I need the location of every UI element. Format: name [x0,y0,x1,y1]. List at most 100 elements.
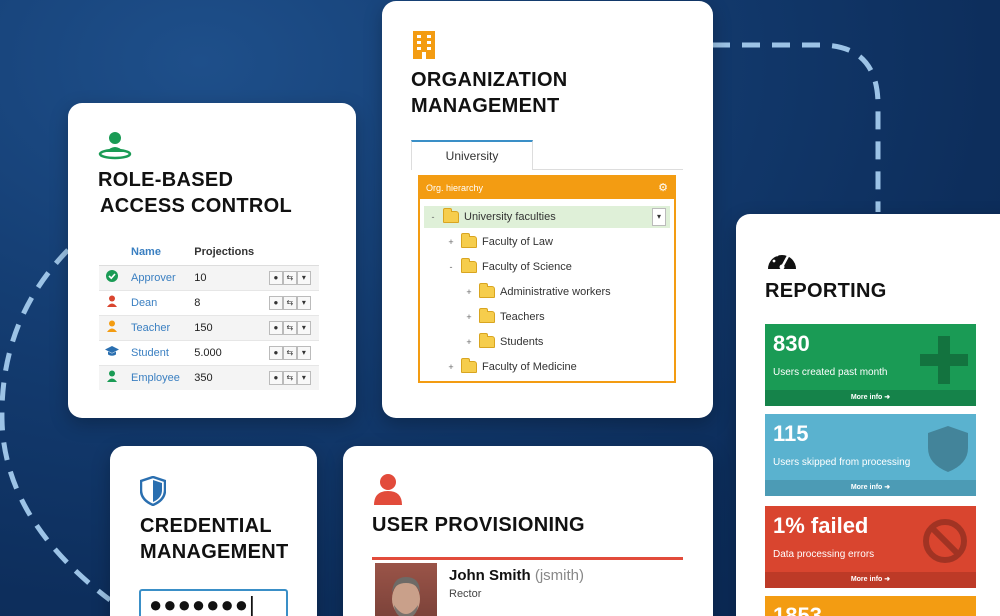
rbac-title-line2: ACCESS CONTROL [100,195,292,217]
role-name[interactable]: Dean [125,289,189,315]
user-name-line: John Smith (jsmith) [449,567,584,584]
text-cursor: | [249,592,256,616]
role-projections: 350 [188,364,263,390]
role-name[interactable]: Student [125,339,189,365]
tree-node[interactable]: - University faculties ▾ [424,206,670,228]
user-icon[interactable]: ● [268,295,283,310]
user-avatar [375,563,437,616]
tree-node-label: Faculty of Law [482,236,553,248]
role-name[interactable]: Employee [125,364,189,390]
table-row[interactable]: Student 5.000 ● ⇆ ▾ [99,339,319,365]
role-name[interactable]: Approver [125,264,189,290]
chevron-down-icon[interactable]: ▾ [296,320,311,335]
org-title-line1: ORGANIZATION [411,69,568,91]
arrow-circle-right-icon: ➜ [884,484,891,491]
swap-icon[interactable]: ⇆ [282,370,297,385]
table-row[interactable]: Approver 10 ● ⇆ ▾ [99,264,319,290]
stat-label: Data processing errors [773,549,875,560]
user-icon [374,474,402,505]
ban-icon [923,519,967,563]
tab-university[interactable]: University [411,140,533,170]
tree-node[interactable]: + Faculty of Medicine [446,356,577,378]
stat-tile-users-created[interactable]: 830 Users created past month More info ➜ [765,324,976,406]
collapse-toggle[interactable]: - [428,206,438,228]
reporting-card: REPORTING 830 Users created past month M… [736,214,1000,616]
row-actions: ● ⇆ ▾ [268,370,313,385]
credential-title-line1: CREDENTIAL [140,515,272,537]
projections-column-header[interactable]: Projections [188,240,263,266]
expand-toggle[interactable]: + [464,281,474,303]
credential-card: CREDENTIAL MANAGEMENT ●●●●●●●| [110,446,317,616]
role-projections: 8 [188,289,263,315]
password-field[interactable]: ●●●●●●●| [139,589,288,616]
tree-node-label: Students [500,336,544,348]
reporting-title: REPORTING [765,280,887,302]
more-info-label: More info [850,394,883,401]
portrait-image [392,577,420,616]
graduation-cap-icon [105,346,119,356]
chevron-down-icon[interactable]: ▾ [296,295,311,310]
folder-icon [479,308,495,323]
more-info-link[interactable]: More info ➜ [765,572,976,588]
dashboard-gauge-icon [768,251,796,270]
org-hierarchy-panel: Org. hierarchy ⚙ - University faculties … [418,175,676,383]
chevron-down-icon[interactable]: ▾ [652,208,666,226]
user-icon[interactable]: ● [268,320,283,335]
roles-table-header: Name Projections [99,240,319,266]
swap-icon[interactable]: ⇆ [282,270,297,285]
collapse-toggle[interactable]: - [446,256,456,278]
org-title: ORGANIZATION MANAGEMENT [411,67,568,119]
expand-toggle[interactable]: + [464,306,474,328]
role-name[interactable]: Teacher [125,314,189,340]
tree-node-label: University faculties [464,211,556,223]
user-login: (jsmith) [534,567,585,584]
folder-icon [443,208,459,223]
swap-icon[interactable]: ⇆ [282,295,297,310]
tree-node-label: Faculty of Science [482,261,572,273]
user-role: Rector [449,588,482,600]
org-card: ORGANIZATION MANAGEMENT University Org. … [382,1,713,418]
provisioning-title: USER PROVISIONING [372,514,585,536]
expand-toggle[interactable]: + [446,356,456,378]
table-row[interactable]: Employee 350 ● ⇆ ▾ [99,364,319,390]
tree-node[interactable]: - Faculty of Science [446,256,572,278]
stat-label: Users created past month [773,367,888,378]
chevron-down-icon[interactable]: ▾ [296,345,311,360]
roles-table: Name Projections Approver 10 ● ⇆ ▾ Dean 8 … [99,240,319,390]
swap-icon[interactable]: ⇆ [282,345,297,360]
user-icon[interactable]: ● [268,370,283,385]
user-name: John Smith [449,567,531,584]
stat-tile-partial[interactable]: 1853 [765,596,976,616]
expand-toggle[interactable]: + [464,331,474,353]
swap-icon[interactable]: ⇆ [282,320,297,335]
row-actions: ● ⇆ ▾ [268,345,313,360]
stat-tile-users-skipped[interactable]: 115 Users skipped from processing More i… [765,414,976,496]
stat-value: 1% failed [773,513,869,538]
tree-node[interactable]: + Teachers [464,306,545,328]
role-projections: 10 [188,264,263,290]
provisioning-card: USER PROVISIONING John Smith (jsmith) Re… [343,446,713,616]
more-info-link[interactable]: More info ➜ [765,480,976,496]
name-column-header[interactable]: Name [125,240,189,266]
tree-node[interactable]: + Students [464,331,543,353]
more-info-label: More info [850,576,883,583]
table-row[interactable]: Dean 8 ● ⇆ ▾ [99,289,319,315]
role-projections: 150 [188,314,263,340]
plus-icon [920,336,968,384]
more-info-label: More info [850,484,883,491]
building-icon [413,31,435,59]
folder-icon [461,233,477,248]
user-icon [107,370,117,383]
expand-toggle[interactable]: + [446,231,456,253]
table-row[interactable]: Teacher 150 ● ⇆ ▾ [99,314,319,340]
chevron-down-icon[interactable]: ▾ [296,370,311,385]
shield-icon [928,426,968,472]
user-icon[interactable]: ● [268,345,283,360]
tree-node[interactable]: + Faculty of Law [446,231,553,253]
chevron-down-icon[interactable]: ▾ [296,270,311,285]
stat-tile-failed[interactable]: 1% failed Data processing errors More in… [765,506,976,588]
tree-node[interactable]: + Administrative workers [464,281,611,303]
gear-icon[interactable]: ⚙ [658,177,668,199]
more-info-link[interactable]: More info ➜ [765,390,976,406]
user-icon[interactable]: ● [268,270,283,285]
